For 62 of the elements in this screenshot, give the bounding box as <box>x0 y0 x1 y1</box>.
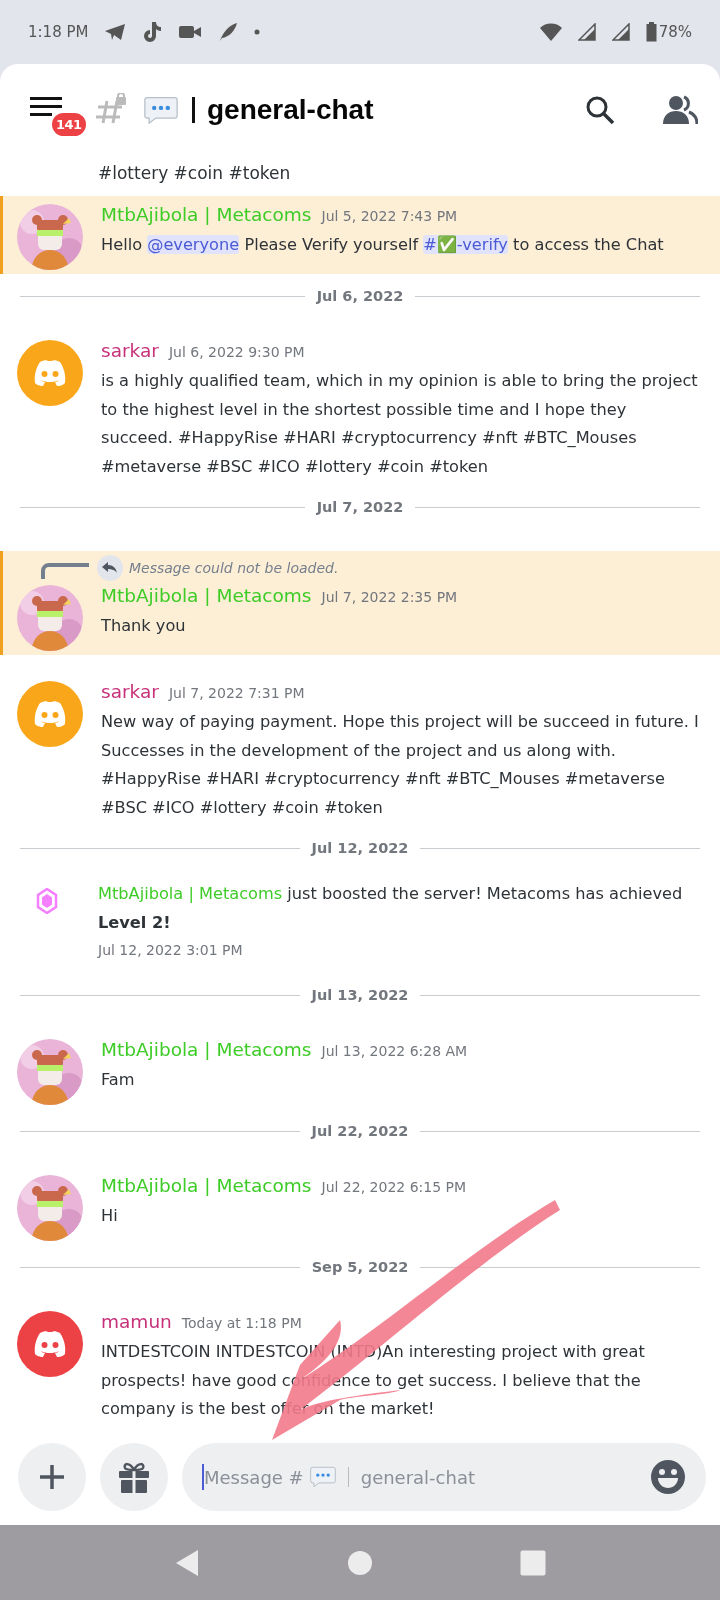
status-time: 1:18 PM <box>28 23 89 41</box>
signal-icon <box>611 23 630 41</box>
gamepad-icon <box>32 359 68 387</box>
username[interactable]: MtbAjibola | Metacoms <box>101 200 312 230</box>
timestamp: Jul 7, 2022 7:31 PM <box>168 684 305 703</box>
timestamp: Today at 1:18 PM <box>181 1314 302 1333</box>
feather-icon <box>218 22 239 42</box>
wifi-icon <box>539 23 562 41</box>
timestamp: Jul 13, 2022 6:28 AM <box>321 1042 468 1061</box>
input-placeholder: Message # <box>204 1466 304 1488</box>
message-input[interactable]: Message # general-chat <box>182 1443 706 1511</box>
dot-icon <box>254 29 261 35</box>
battery-icon <box>645 22 657 42</box>
username-link[interactable]: MtbAjibola | Metacoms <box>98 884 283 903</box>
message-text: Fam <box>101 1069 136 1091</box>
date-divider: Jul 7, 2022 <box>316 499 404 515</box>
emoji-icon[interactable] <box>650 1459 686 1495</box>
search-icon[interactable] <box>584 94 616 126</box>
message-text: Hello @everyone Please Verify yourself #✅-verify to access the Chat <box>101 234 665 256</box>
username[interactable]: sarkar <box>101 677 159 707</box>
reply-preview: Message could not be loaded. <box>129 560 339 576</box>
message-text: New way of paying payment. Hope this project will be succeed in future. I Successes in the development of the project and us along with. #HappyRise #HARI #cryptocurrency #nft #BTC_Mouses #metaverse #BSC #ICO #lottery #coin #token <box>101 711 700 819</box>
gift-icon <box>117 1460 151 1494</box>
timestamp: Jul 22, 2022 6:15 PM <box>321 1178 467 1197</box>
username[interactable]: MtbAjibola | Metacoms <box>101 1035 312 1065</box>
signal-icon <box>577 23 596 41</box>
date-divider: Sep 5, 2022 <box>311 1259 409 1275</box>
reply-icon <box>97 555 123 581</box>
channel-title: general-chat <box>192 97 374 123</box>
date-divider: Jul 13, 2022 <box>311 987 409 1003</box>
gamepad-icon <box>32 700 68 728</box>
input-placeholder: general-chat <box>360 1466 475 1488</box>
mention-link[interactable]: @everyone <box>147 235 240 254</box>
mention-link[interactable]: #✅-verify <box>423 235 508 254</box>
boost-gem-icon <box>36 888 58 914</box>
message-text: #lottery #coin #token <box>97 162 292 185</box>
speech-bubble-icon <box>309 1465 336 1489</box>
speech-bubble-icon <box>144 95 178 125</box>
timestamp: Jul 5, 2022 7:43 PM <box>321 207 458 226</box>
date-divider: Jul 12, 2022 <box>311 840 409 856</box>
message-text: is a highly qualified team, which in my opinion is able to bring the project to the highest level in the shortest possible time and I hope they succeed. #HappyRise #HARI #cryptocurrency #nft #BTC_Mouses #metaverse #BSC #ICO #lottery #coin #token <box>101 370 699 478</box>
timestamp: Jul 12, 2022 3:01 PM <box>98 941 244 960</box>
menu-icon[interactable] <box>30 95 62 119</box>
paper-plane-icon <box>104 23 127 41</box>
gamepad-icon <box>32 1330 68 1358</box>
message-text: Hi <box>101 1205 119 1227</box>
battery-percent: 78% <box>658 23 692 41</box>
date-divider: Jul 22, 2022 <box>311 1123 409 1139</box>
members-icon[interactable] <box>662 95 698 125</box>
notification-badge: 141 <box>50 111 88 138</box>
message-text: Thank you <box>101 615 187 637</box>
username[interactable]: MtbAjibola | Metacoms <box>101 581 312 611</box>
username[interactable]: mamun <box>101 1307 172 1337</box>
boost-message: MtbAjibola | Metacoms just boosted the server! Metacoms has achieved Level 2! <box>98 883 684 934</box>
date-divider: Jul 6, 2022 <box>316 288 404 304</box>
video-camera-icon <box>178 24 203 40</box>
timestamp: Jul 6, 2022 9:30 PM <box>168 343 305 362</box>
music-note-icon <box>142 21 163 43</box>
timestamp: Jul 7, 2022 2:35 PM <box>321 588 458 607</box>
username[interactable]: MtbAjibola | Metacoms <box>101 1171 312 1201</box>
plus-icon <box>39 1464 65 1490</box>
username[interactable]: sarkar <box>101 336 159 366</box>
